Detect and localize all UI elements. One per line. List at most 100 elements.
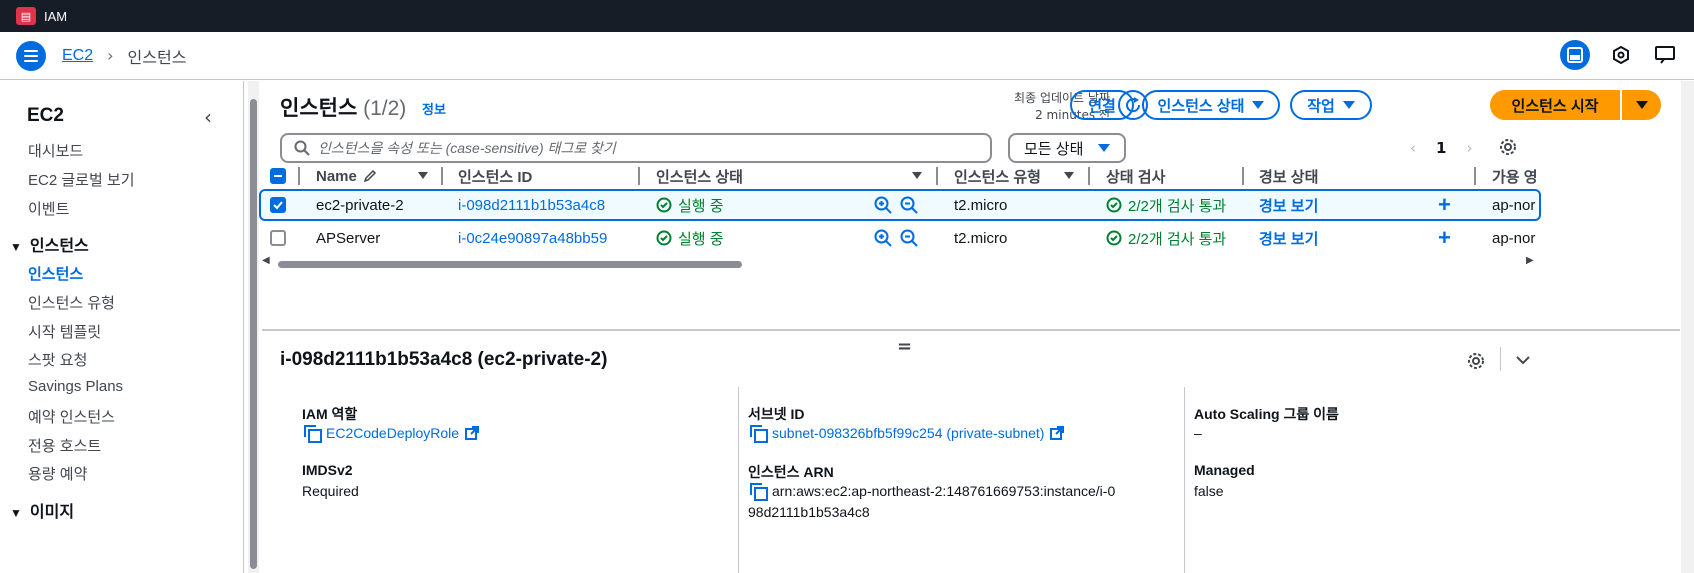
sidebar-item-instance-types[interactable]: 인스턴스 유형 bbox=[28, 292, 115, 313]
check-circle-icon bbox=[656, 230, 672, 246]
top-bar: ▤ IAM bbox=[0, 0, 1694, 32]
search-input[interactable]: 인스턴스을 속성 또는 (case-sensitive) 태그로 찾기 bbox=[280, 133, 992, 163]
column-header-alarm-status[interactable]: 경보 상태 bbox=[1259, 161, 1318, 191]
hexagon-settings-icon[interactable] bbox=[1608, 42, 1634, 68]
caret-down-icon bbox=[1635, 101, 1648, 109]
split-panel-icon[interactable] bbox=[1560, 40, 1590, 70]
view-alarms-link[interactable]: 경보 보기 bbox=[1259, 191, 1318, 219]
zoom-in-icon[interactable] bbox=[874, 224, 892, 252]
feedback-icon[interactable] bbox=[1652, 42, 1678, 68]
current-page[interactable]: 1 bbox=[1436, 139, 1446, 157]
table-row[interactable]: ec2-private-2 i-098d2111b1b53a4c8 실행 중 t… bbox=[259, 189, 1541, 221]
instance-arn-value: arn:aws:ec2:ap-northeast-2:148761669753:… bbox=[750, 483, 1115, 501]
external-link-icon bbox=[465, 426, 480, 440]
copy-icon[interactable] bbox=[750, 483, 768, 501]
table-horizontal-scrollbar[interactable]: ◀ ▶ bbox=[262, 255, 1540, 269]
iam-role-link[interactable]: EC2CodeDeployRole bbox=[304, 425, 480, 443]
column-header-instance-id[interactable]: 인스턴스 ID bbox=[458, 161, 532, 191]
view-alarms-link[interactable]: 경보 보기 bbox=[1259, 224, 1318, 252]
sort-icon[interactable] bbox=[1064, 172, 1074, 179]
page-scrollbar[interactable] bbox=[1681, 81, 1694, 573]
sidebar-title: EC2 bbox=[27, 105, 64, 126]
table-header: Name 인스턴스 ID 인스턴스 상태 인스턴스 유형 상태 검사 경보 상태… bbox=[262, 161, 1662, 191]
sidebar-item-global-view[interactable]: EC2 글로벌 보기 bbox=[28, 169, 135, 190]
search-placeholder: 인스턴스을 속성 또는 (case-sensitive) 태그로 찾기 bbox=[318, 140, 616, 156]
instance-state-button[interactable]: 인스턴스 상태 bbox=[1142, 90, 1280, 120]
check-circle-icon bbox=[1106, 230, 1122, 246]
sort-icon[interactable] bbox=[418, 172, 428, 179]
subnet-link[interactable]: subnet-098326bfb5f99c254 (private-subnet… bbox=[750, 425, 1065, 443]
details-title: i-098d2111b1b53a4c8 (ec2-private-2) bbox=[280, 349, 608, 370]
instance-name: ec2-private-2 bbox=[316, 196, 404, 214]
iam-role-label: IAM 역할 bbox=[302, 406, 358, 422]
actions-button[interactable]: 작업 bbox=[1290, 90, 1372, 120]
split-panel-divider[interactable] bbox=[262, 329, 1680, 331]
instance-arn-value-cont: 98d2111b1b53a4c8 bbox=[748, 504, 870, 520]
app-title: IAM bbox=[44, 8, 68, 24]
caret-down-icon: ▼ bbox=[10, 506, 22, 520]
instance-state: 실행 중 bbox=[656, 224, 724, 252]
connect-button[interactable]: 연결 bbox=[1070, 90, 1134, 120]
sidebar-item-instances[interactable]: 인스턴스 bbox=[28, 263, 83, 284]
instance-id-link[interactable]: i-098d2111b1b53a4c8 bbox=[458, 191, 605, 219]
add-alarm-icon[interactable]: + bbox=[1438, 224, 1451, 252]
availability-zone: ap-nor bbox=[1492, 196, 1536, 214]
table-settings-icon[interactable] bbox=[1498, 137, 1518, 161]
sidebar-item-dedicated-hosts[interactable]: 전용 호스트 bbox=[28, 435, 101, 456]
copy-icon[interactable] bbox=[750, 425, 768, 443]
column-header-instance-state[interactable]: 인스턴스 상태 bbox=[656, 161, 743, 191]
column-header-status-check[interactable]: 상태 검사 bbox=[1106, 161, 1165, 191]
details-settings-icon[interactable] bbox=[1466, 351, 1486, 375]
managed-value: false bbox=[1194, 483, 1224, 499]
sidebar-section-images[interactable]: ▼ 이미지 bbox=[10, 498, 74, 522]
zoom-out-icon[interactable] bbox=[900, 224, 918, 252]
imdsv2-value: Required bbox=[302, 483, 359, 499]
column-header-name[interactable]: Name bbox=[316, 161, 377, 191]
zoom-out-icon[interactable] bbox=[900, 191, 918, 219]
sidebar-item-events[interactable]: 이벤트 bbox=[28, 198, 69, 219]
sidebar-item-launch-templates[interactable]: 시작 템플릿 bbox=[28, 321, 101, 342]
zoom-in-icon[interactable] bbox=[874, 191, 892, 219]
column-header-az[interactable]: 가용 영 bbox=[1492, 161, 1540, 191]
launch-dropdown-button[interactable] bbox=[1622, 90, 1661, 120]
breadcrumb-ec2[interactable]: EC2 bbox=[62, 47, 93, 65]
scroll-right-icon[interactable]: ▶ bbox=[1526, 255, 1534, 266]
external-link-icon bbox=[1050, 426, 1065, 440]
prev-page-icon[interactable]: ‹ bbox=[1410, 139, 1416, 157]
sidebar-item-dashboard[interactable]: 대시보드 bbox=[28, 140, 83, 161]
chevron-down-icon[interactable] bbox=[1514, 351, 1532, 373]
breadcrumb-current: 인스턴스 bbox=[127, 49, 187, 67]
sidebar-scrollbar[interactable] bbox=[248, 81, 259, 573]
sidebar-item-savings-plans[interactable]: Savings Plans bbox=[28, 378, 123, 395]
check-circle-icon bbox=[656, 197, 672, 213]
launch-instances-button[interactable]: 인스턴스 시작 bbox=[1490, 90, 1620, 120]
chevron-left-icon[interactable]: ‹ bbox=[204, 105, 212, 129]
instance-arn-label: 인스턴스 ARN bbox=[748, 464, 834, 480]
sidebar: EC2 ‹ 대시보드 EC2 글로벌 보기 이벤트 ▼ 인스턴스 인스턴스 인스턴… bbox=[0, 81, 244, 573]
nav-bar: EC2 › 인스턴스 bbox=[0, 32, 1694, 80]
page-title: 인스턴스 (1/2) bbox=[280, 97, 407, 120]
row-checkbox[interactable] bbox=[270, 197, 286, 213]
instance-id-link[interactable]: i-0c24e90897a48bb59 bbox=[458, 224, 607, 252]
instance-state: 실행 중 bbox=[656, 191, 724, 219]
column-header-instance-type[interactable]: 인스턴스 유형 bbox=[954, 161, 1041, 191]
table-row[interactable]: APServer i-0c24e90897a48bb59 실행 중 t2.mic… bbox=[259, 224, 1541, 256]
sidebar-item-reserved-instances[interactable]: 예약 인스턴스 bbox=[28, 406, 115, 427]
caret-down-icon bbox=[1252, 101, 1265, 109]
caret-down-icon bbox=[1098, 144, 1110, 152]
hamburger-menu-icon[interactable] bbox=[16, 40, 46, 71]
row-checkbox[interactable] bbox=[270, 230, 286, 246]
drag-handle-icon[interactable]: = bbox=[897, 336, 912, 357]
add-alarm-icon[interactable]: + bbox=[1438, 191, 1451, 219]
select-all-checkbox[interactable] bbox=[270, 168, 286, 184]
sidebar-item-spot-requests[interactable]: 스팟 요청 bbox=[28, 349, 87, 370]
caret-down-icon: ▼ bbox=[10, 240, 22, 254]
copy-icon[interactable] bbox=[304, 425, 322, 443]
state-filter-select[interactable]: 모든 상태 bbox=[1008, 133, 1126, 163]
info-link[interactable]: 정보 bbox=[422, 99, 446, 118]
sort-icon[interactable] bbox=[912, 172, 922, 179]
sidebar-section-instances[interactable]: ▼ 인스턴스 bbox=[10, 232, 89, 256]
next-page-icon[interactable]: › bbox=[1466, 139, 1472, 157]
sidebar-item-capacity-reservations[interactable]: 용량 예약 bbox=[28, 463, 87, 484]
scroll-left-icon[interactable]: ◀ bbox=[262, 255, 270, 266]
